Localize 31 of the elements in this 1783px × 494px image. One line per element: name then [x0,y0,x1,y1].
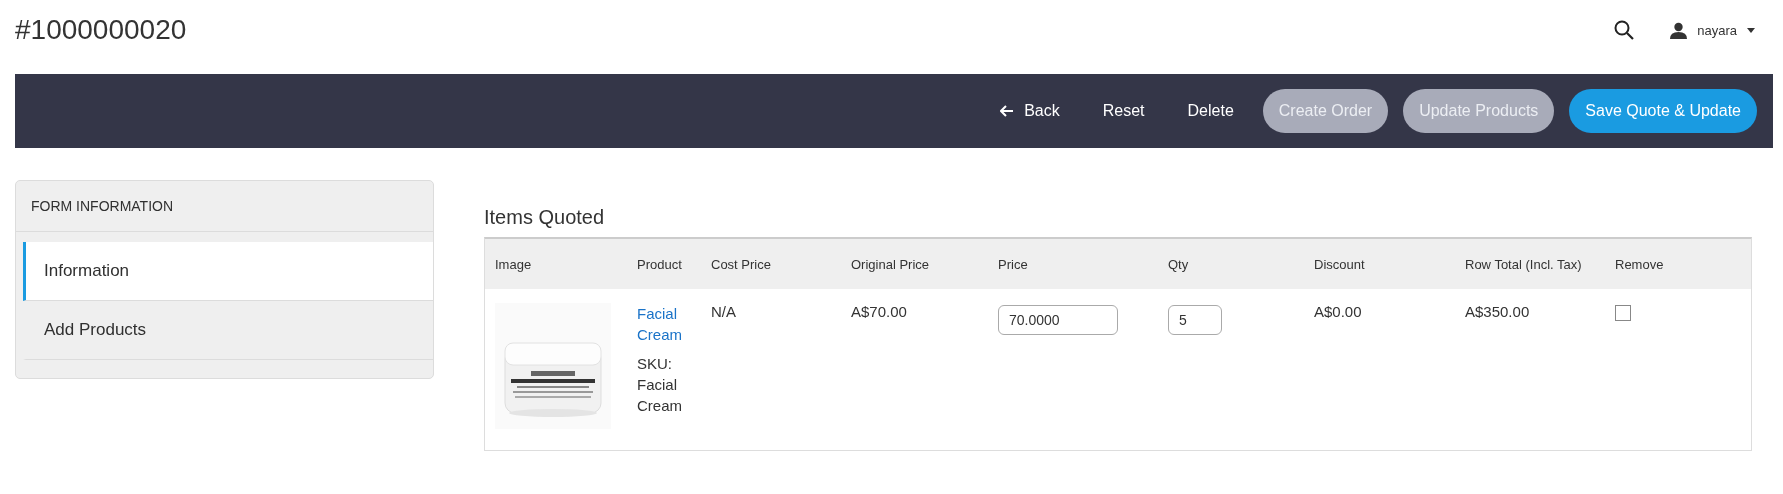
sku-text: SKU: Facial Cream [637,354,683,416]
sidebar-item[interactable]: Add Products [23,301,433,360]
arrow-left-icon [1000,105,1015,117]
caret-icon[interactable] [1747,27,1755,33]
table-cell: A$0.00 [1314,303,1362,320]
qty-field[interactable]: 5 [1168,305,1222,335]
product-link[interactable]: Facial Cream [637,303,691,345]
order-title: #1000000020 [15,14,188,46]
toolbar-button[interactable]: Reset [1088,94,1159,128]
section-heading: Items Quoted [484,206,606,229]
column-header: Discount [1304,239,1455,289]
column-header: Original Price [841,239,988,289]
column-header: Image [485,239,627,289]
user-icon [1670,21,1688,39]
back-button[interactable]: Back [986,94,1074,128]
search-icon[interactable] [1614,20,1635,40]
column-header: Product [627,239,701,289]
table-cell: N/A [711,303,736,320]
sidebar-item[interactable]: Information [23,242,433,301]
column-header: Price [988,239,1158,289]
column-header: Qty [1158,239,1304,289]
column-header: Row Total (Incl. Tax) [1455,239,1605,289]
user-name[interactable]: nayara [1697,22,1737,38]
sidebar-heading: FORM INFORMATION [16,181,433,232]
toolbar-button[interactable]: Delete [1173,94,1248,128]
column-header: Cost Price [701,239,841,289]
table-cell: A$70.00 [851,303,907,320]
price-field[interactable]: 70.0000 [998,305,1118,335]
column-header: Remove [1605,239,1751,289]
remove-checkbox[interactable] [1615,305,1631,321]
table-cell: A$350.00 [1465,303,1530,320]
